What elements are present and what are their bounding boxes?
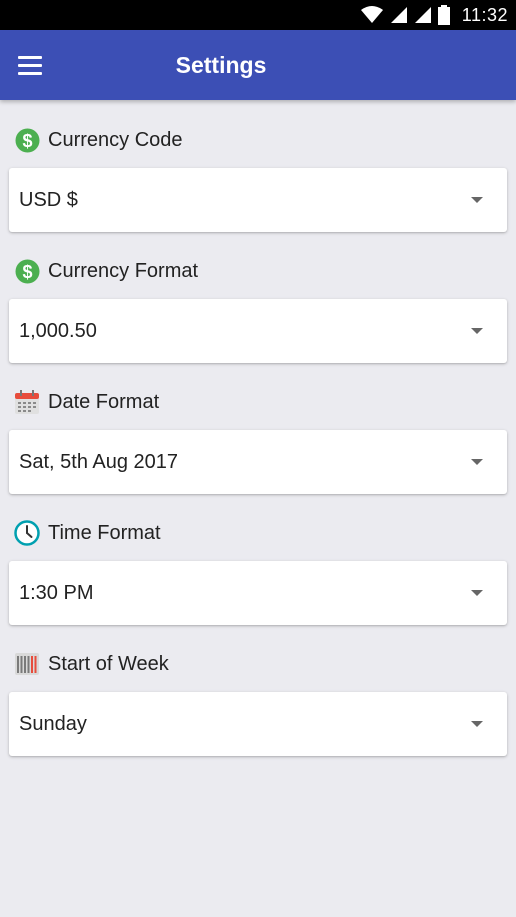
dollar-icon: $ — [14, 127, 40, 153]
currency-code-label: $ Currency Code — [14, 126, 183, 154]
dollar-icon: $ — [14, 258, 40, 284]
section-title: Currency Code — [48, 128, 183, 151]
calendar-icon — [14, 389, 40, 415]
time-format-label: Time Format — [14, 519, 161, 547]
currency-code-dropdown[interactable]: USD $ — [9, 168, 507, 232]
currency-format-dropdown[interactable]: 1,000.50 — [9, 299, 507, 363]
date-format-label: Date Format — [14, 388, 159, 416]
section-title: Start of Week — [48, 652, 169, 675]
selected-value: Sat, 5th Aug 2017 — [19, 451, 179, 473]
date-format-dropdown[interactable]: Sat, 5th Aug 2017 — [9, 430, 507, 494]
selected-value: 1:30 PM — [19, 582, 94, 604]
dropdown-arrow-icon — [471, 590, 483, 596]
svg-text:$: $ — [22, 131, 32, 151]
currency-format-label: $ Currency Format — [14, 257, 198, 285]
dropdown-arrow-icon — [471, 197, 483, 203]
clock-icon — [14, 520, 40, 546]
page-title: Settings — [175, 52, 267, 78]
battery-icon — [437, 5, 450, 25]
selected-value: 1,000.50 — [19, 320, 97, 342]
start-of-week-label: Start of Week — [14, 650, 169, 678]
dropdown-arrow-icon — [471, 721, 483, 727]
cell-signal-icon — [390, 7, 407, 23]
selected-value: Sunday — [19, 713, 87, 735]
status-bar: 11:32 — [0, 0, 516, 30]
status-time: 11:32 — [461, 4, 508, 25]
section-title: Currency Format — [48, 259, 199, 282]
dropdown-arrow-icon — [471, 328, 483, 334]
selected-value: USD $ — [19, 189, 78, 211]
app-bar: Settings — [0, 30, 516, 100]
cell-signal-icon-2 — [414, 7, 431, 23]
time-format-dropdown[interactable]: 1:30 PM — [9, 561, 507, 625]
wifi-icon — [360, 6, 383, 23]
week-icon — [14, 651, 40, 677]
start-of-week-dropdown[interactable]: Sunday — [9, 692, 507, 756]
svg-text:$: $ — [22, 262, 32, 282]
section-title: Date Format — [48, 390, 160, 413]
section-title: Time Format — [48, 521, 161, 544]
dropdown-arrow-icon — [471, 459, 483, 465]
